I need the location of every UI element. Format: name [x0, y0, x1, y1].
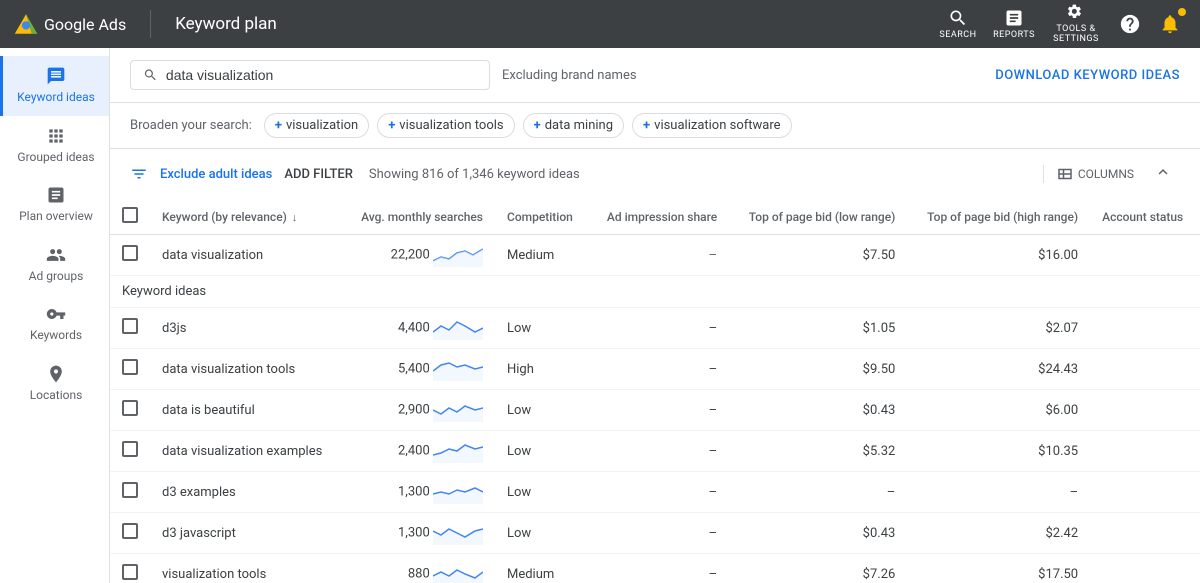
ad-impression-header: Ad impression share [589, 199, 729, 235]
broaden-chip-visualization-tools[interactable]: + visualization tools [377, 113, 514, 138]
row-checkbox[interactable] [122, 523, 138, 539]
broaden-chip-data-mining[interactable]: + data mining [523, 113, 624, 138]
competition-header: Competition [495, 199, 589, 235]
keyword-header: Keyword (by relevance) ↓ [150, 199, 343, 235]
main-keyword-row: data visualization 22,200 Medium – $7.50… [110, 235, 1200, 276]
sparkline-chart [433, 316, 483, 340]
broaden-chip-visualization-software[interactable]: + visualization software [632, 113, 792, 138]
filter-bar: Exclude adult ideas ADD FILTER Showing 8… [110, 149, 1200, 199]
sidebar-item-keywords[interactable]: Keywords [0, 294, 109, 354]
sparkline-chart [433, 243, 483, 267]
keyword-cell: data is beautiful [150, 390, 343, 431]
row-checkbox[interactable] [122, 482, 138, 498]
sidebar-item-ad-groups[interactable]: Ad groups [0, 235, 109, 295]
keyword-cell: visualization tools [150, 554, 343, 583]
sparkline-chart [433, 480, 483, 504]
exclude-adult-button[interactable]: Exclude adult ideas [160, 167, 272, 182]
keyword-cell: d3 javascript [150, 513, 343, 554]
table-row: d3 javascript 1,300 Low – $0.43 $2.42 [110, 513, 1200, 554]
row-checkbox[interactable] [122, 564, 138, 580]
top-bid-low-header: Top of page bid (low range) [729, 199, 907, 235]
google-ads-logo-icon [12, 10, 40, 38]
keyword-cell: data visualization [150, 235, 343, 276]
notifications-button[interactable] [1152, 6, 1188, 42]
keyword-cell: data visualization examples [150, 431, 343, 472]
keyword-cell: data visualization tools [150, 349, 343, 390]
row-checkbox[interactable] [122, 245, 138, 261]
chevron-up-icon [1154, 163, 1172, 181]
top-bid-high-header: Top of page bid (high range) [907, 199, 1090, 235]
row-checkbox[interactable] [122, 400, 138, 416]
sidebar-item-keyword-ideas[interactable]: Keyword ideas [0, 56, 109, 116]
account-status-header: Account status [1090, 199, 1200, 235]
sidebar-item-grouped-ideas[interactable]: Grouped ideas [0, 116, 109, 176]
table-row: data is beautiful 2,900 Low – $0.43 $6.0… [110, 390, 1200, 431]
app-logo: Google Ads [12, 10, 126, 38]
tools-settings-nav-button[interactable]: TOOLS & SETTINGS [1044, 0, 1108, 48]
select-all-header[interactable] [110, 199, 150, 235]
excluding-label: Excluding brand names [502, 68, 637, 83]
sidebar-item-locations[interactable]: Locations [0, 354, 109, 414]
collapse-button[interactable] [1146, 159, 1180, 189]
search-input-wrapper[interactable] [130, 60, 490, 90]
sidebar-item-label: Plan overview [19, 209, 93, 225]
help-button[interactable] [1112, 6, 1148, 42]
sparkline-chart [433, 357, 483, 381]
table-row: data visualization examples 2,400 Low – … [110, 431, 1200, 472]
search-input[interactable] [166, 67, 477, 83]
table-row: d3 examples 1,300 Low – – – [110, 472, 1200, 513]
sidebar: Keyword ideas Grouped ideas Plan overvie… [0, 48, 110, 583]
row-checkbox[interactable] [122, 318, 138, 334]
reports-nav-button[interactable]: REPORTS [988, 0, 1040, 48]
nav-icons: SEARCH REPORTS TOOLS & SETTINGS [932, 0, 1188, 48]
sparkline-chart [433, 439, 483, 463]
table-row: visualization tools 880 Medium – $7.26 $… [110, 554, 1200, 583]
nav-divider [150, 10, 151, 38]
sort-icon[interactable]: ↓ [292, 211, 298, 224]
sparkline-chart [433, 398, 483, 422]
keyword-cell: d3js [150, 308, 343, 349]
sidebar-item-label: Grouped ideas [17, 150, 94, 166]
top-navigation: Google Ads Keyword plan SEARCH REPORTS T… [0, 0, 1200, 48]
main-content: Excluding brand names DOWNLOAD KEYWORD I… [110, 48, 1200, 583]
row-checkbox[interactable] [122, 441, 138, 457]
showing-count: Showing 816 of 1,346 keyword ideas [369, 167, 580, 182]
broaden-chip-visualization[interactable]: + visualization [264, 113, 369, 138]
columns-icon [1056, 165, 1074, 183]
keyword-table: Keyword (by relevance) ↓ Avg. monthly se… [110, 199, 1200, 583]
avg-monthly-header: Avg. monthly searches [343, 199, 495, 235]
table-row: data visualization tools 5,400 High – $9… [110, 349, 1200, 390]
row-checkbox[interactable] [122, 359, 138, 375]
keyword-ideas-section-header: Keyword ideas [110, 276, 1200, 308]
columns-button[interactable]: COLUMNS [1043, 165, 1134, 183]
search-bar: Excluding brand names DOWNLOAD KEYWORD I… [110, 48, 1200, 103]
app-name: Google Ads [44, 15, 126, 34]
main-layout: Keyword ideas Grouped ideas Plan overvie… [0, 48, 1200, 583]
table-row: d3js 4,400 Low – $1.05 $2.07 [110, 308, 1200, 349]
sidebar-item-label: Locations [30, 388, 83, 404]
search-nav-button[interactable]: SEARCH [932, 0, 984, 48]
sparkline-chart [433, 521, 483, 545]
keyword-cell: d3 examples [150, 472, 343, 513]
broaden-search-bar: Broaden your search: + visualization + v… [110, 103, 1200, 149]
filter-icon [130, 165, 148, 183]
broaden-label: Broaden your search: [130, 118, 252, 133]
download-keyword-ideas-button[interactable]: DOWNLOAD KEYWORD IDEAS [995, 68, 1180, 83]
page-title: Keyword plan [175, 14, 277, 34]
sidebar-item-label: Keyword ideas [17, 90, 95, 106]
sidebar-item-label: Keywords [30, 328, 82, 344]
select-all-checkbox[interactable] [122, 207, 138, 223]
add-filter-button[interactable]: ADD FILTER [284, 167, 353, 182]
search-icon [143, 67, 158, 83]
sidebar-item-plan-overview[interactable]: Plan overview [0, 175, 109, 235]
sidebar-item-label: Ad groups [29, 269, 84, 285]
sparkline-chart [433, 562, 483, 583]
